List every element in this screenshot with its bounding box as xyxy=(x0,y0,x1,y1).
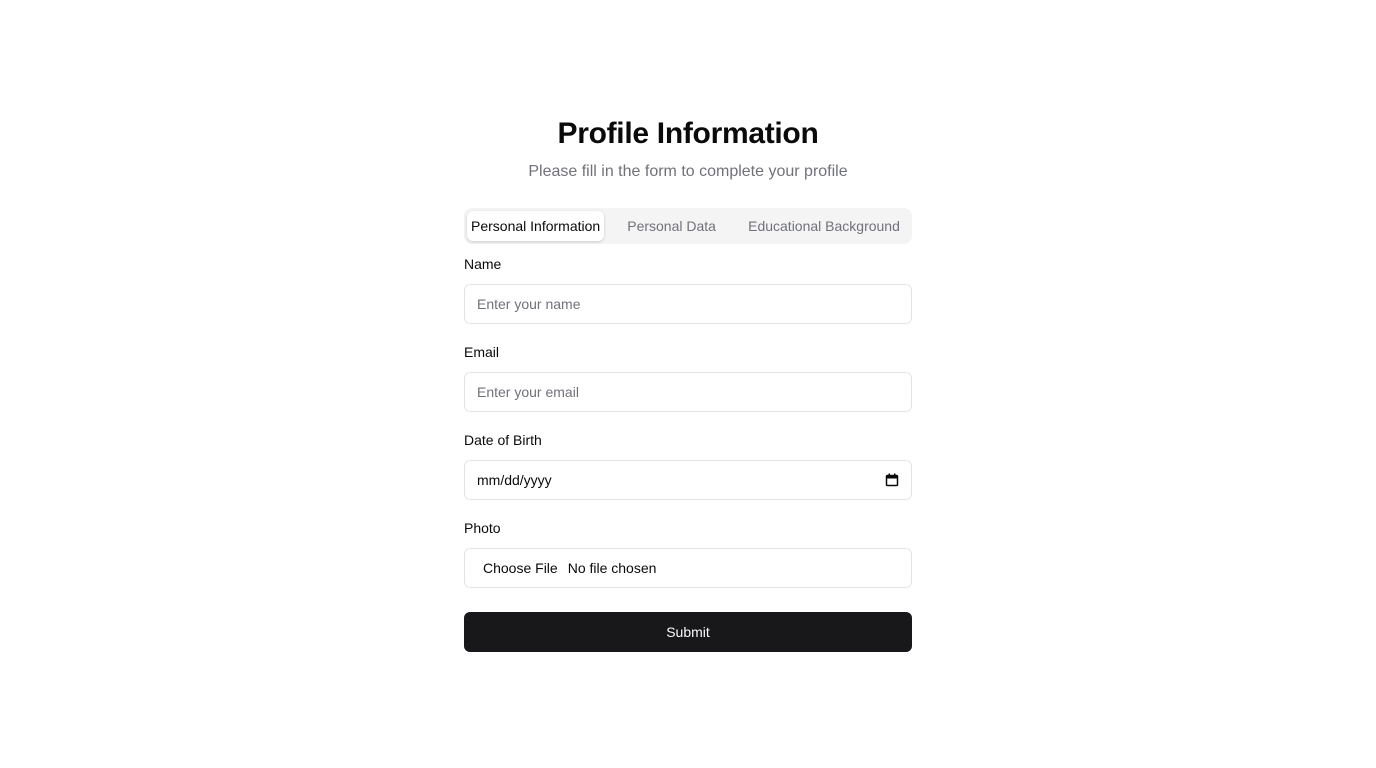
page-title: Profile Information xyxy=(557,117,819,150)
tab-list: Personal Information Personal Data Educa… xyxy=(464,208,912,244)
email-field-group: Email xyxy=(464,344,912,412)
name-field-group: Name xyxy=(464,256,912,324)
profile-form: Profile Information Please fill in the f… xyxy=(464,112,912,652)
tab-educational-background[interactable]: Educational Background xyxy=(739,211,909,241)
photo-field-group: Photo Choose File No file chosen xyxy=(464,520,912,588)
dob-field-group: Date of Birth mm/dd/yyyy xyxy=(464,432,912,500)
choose-file-button[interactable]: Choose File xyxy=(483,560,558,576)
dob-input[interactable]: mm/dd/yyyy xyxy=(464,460,912,500)
photo-input[interactable]: Choose File No file chosen xyxy=(464,548,912,588)
name-label: Name xyxy=(464,256,502,272)
photo-label: Photo xyxy=(464,520,501,536)
calendar-icon[interactable] xyxy=(885,473,899,487)
email-label: Email xyxy=(464,344,500,360)
page: Profile Information Please fill in the f… xyxy=(0,0,1376,768)
dob-placeholder: mm/dd/yyyy xyxy=(477,472,552,488)
dob-label: Date of Birth xyxy=(464,432,542,448)
page-subtitle: Please fill in the form to complete your… xyxy=(528,163,848,180)
file-status-text: No file chosen xyxy=(567,560,657,576)
tab-personal-data[interactable]: Personal Data xyxy=(612,211,731,241)
tab-personal-information[interactable]: Personal Information xyxy=(467,211,605,241)
submit-button[interactable]: Submit xyxy=(464,612,912,652)
email-input[interactable] xyxy=(464,372,912,412)
name-input[interactable] xyxy=(464,284,912,324)
